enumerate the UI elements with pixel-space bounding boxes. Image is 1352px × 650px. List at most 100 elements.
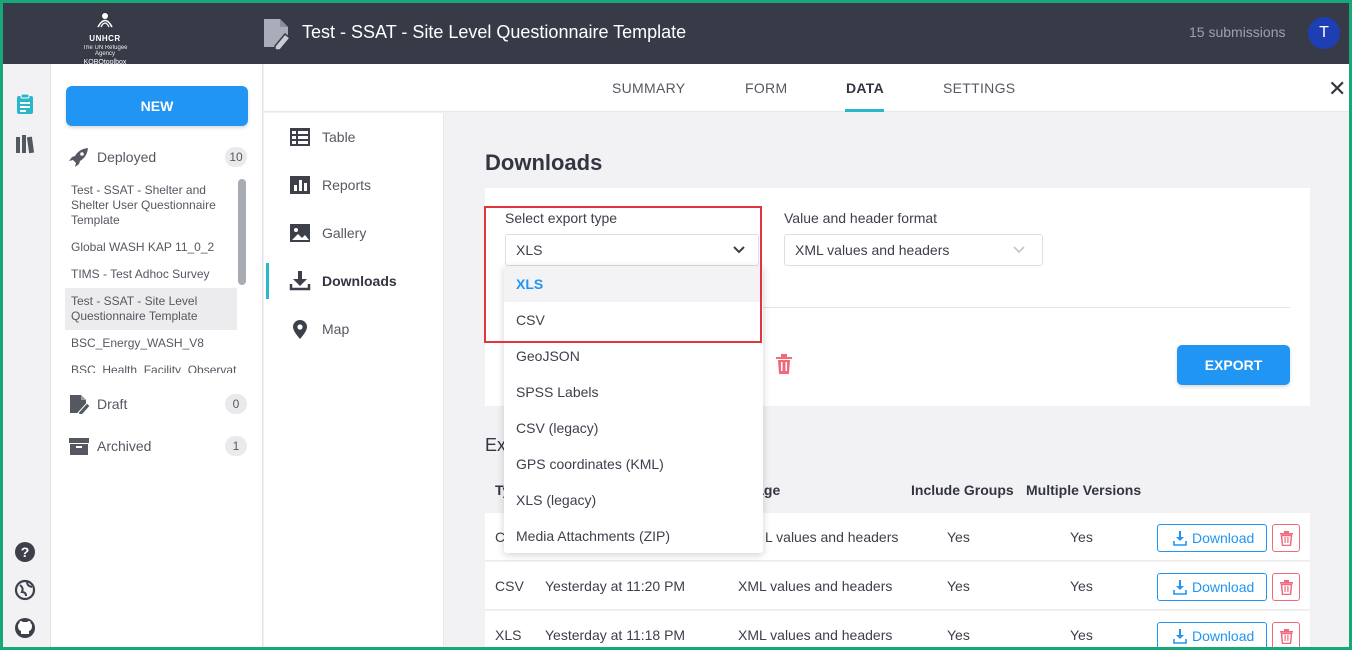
table-icon bbox=[290, 128, 310, 146]
submissions-count: 15 submissions bbox=[1189, 24, 1286, 40]
format-value: XML values and headers bbox=[795, 242, 950, 258]
subnav-downloads[interactable]: Downloads bbox=[264, 263, 444, 299]
logo-line-2: The UN Refugee Agency bbox=[82, 45, 128, 57]
cell-groups: Yes bbox=[947, 529, 970, 545]
data-subnav: Table Reports Gallery Downloads Map bbox=[264, 113, 444, 647]
table-row: CSV Yesterday at 11:20 PM XML values and… bbox=[485, 562, 1310, 610]
export-option-media-zip[interactable]: Media Attachments (ZIP) bbox=[504, 518, 763, 554]
format-select[interactable]: XML values and headers bbox=[784, 234, 1043, 266]
user-avatar[interactable]: T bbox=[1308, 17, 1340, 49]
top-bar: UNHCR The UN Refugee Agency KOBOtoolbox … bbox=[3, 3, 1349, 66]
col-include-groups: Include Groups bbox=[911, 482, 1014, 498]
tab-settings[interactable]: SETTINGS bbox=[943, 80, 1015, 96]
subnav-gallery[interactable]: Gallery bbox=[264, 215, 444, 251]
export-option-csv-legacy[interactable]: CSV (legacy) bbox=[504, 410, 763, 446]
download-button[interactable]: Download bbox=[1157, 622, 1267, 647]
option-label: Media Attachments (ZIP) bbox=[516, 528, 671, 544]
option-label: GPS coordinates (KML) bbox=[516, 456, 664, 472]
new-project-button[interactable]: NEW bbox=[66, 86, 248, 126]
cell-groups: Yes bbox=[947, 627, 970, 643]
svg-text:?: ? bbox=[21, 544, 30, 560]
unhcr-kobo-logo[interactable]: UNHCR The UN Refugee Agency KOBOtoolbox bbox=[75, 12, 135, 66]
tab-data[interactable]: DATA bbox=[846, 80, 884, 96]
close-icon[interactable]: ✕ bbox=[1328, 76, 1346, 102]
download-icon bbox=[1173, 531, 1187, 546]
forms-clipboard-icon[interactable] bbox=[14, 93, 36, 115]
project-sidebar: NEW Deployed 10 Test - SSAT - Shelter an… bbox=[51, 64, 263, 647]
project-list-item[interactable]: BSC_Energy_WASH_V8 bbox=[65, 330, 237, 357]
icon-rail: ? bbox=[3, 64, 51, 647]
active-tab-indicator bbox=[845, 109, 884, 112]
download-button[interactable]: Download bbox=[1157, 524, 1267, 552]
sidebar-section-deployed[interactable]: Deployed 10 bbox=[67, 144, 247, 170]
subnav-reports[interactable]: Reports bbox=[264, 167, 444, 203]
delete-export-button[interactable] bbox=[1272, 524, 1300, 552]
subnav-label: Table bbox=[322, 129, 356, 145]
subnav-table[interactable]: Table bbox=[264, 119, 444, 155]
delete-export-button[interactable] bbox=[1272, 622, 1300, 647]
tab-form[interactable]: FORM bbox=[745, 80, 787, 96]
project-list-item[interactable]: Global WASH KAP 11_0_2 bbox=[65, 234, 237, 261]
sidebar-section-draft[interactable]: Draft 0 bbox=[67, 391, 247, 417]
subnav-label: Map bbox=[322, 321, 350, 337]
subnav-map[interactable]: Map bbox=[264, 311, 444, 347]
col-multiple-versions: Multiple Versions bbox=[1026, 482, 1142, 498]
export-option-spss-labels[interactable]: SPSS Labels bbox=[504, 374, 763, 410]
library-icon[interactable] bbox=[14, 133, 36, 155]
download-icon bbox=[289, 271, 311, 291]
page-title: Test - SSAT - Site Level Questionnaire T… bbox=[302, 22, 687, 42]
sidebar-section-archived[interactable]: Archived 1 bbox=[67, 433, 247, 459]
cell-versions: Yes bbox=[1070, 578, 1093, 594]
project-list-item[interactable]: BSC_Health_Facility_Observation_v16 bbox=[65, 357, 237, 373]
github-icon[interactable] bbox=[14, 617, 36, 639]
logo-line-1: UNHCR bbox=[89, 34, 121, 43]
export-option-kml[interactable]: GPS coordinates (KML) bbox=[504, 446, 763, 482]
download-label: Download bbox=[1192, 530, 1255, 546]
unhcr-emblem-icon bbox=[97, 13, 113, 28]
project-list-item[interactable]: Test - SSAT - Shelter and Shelter User Q… bbox=[65, 177, 237, 234]
download-icon bbox=[1173, 629, 1187, 644]
project-list-scrollbar[interactable] bbox=[238, 179, 246, 285]
sidebar-section-label: Deployed bbox=[97, 149, 157, 165]
project-tabs: SUMMARY FORM DATA SETTINGS ✕ bbox=[264, 64, 1349, 112]
exports-heading: Ex bbox=[485, 435, 507, 455]
trash-icon bbox=[1280, 629, 1293, 644]
sidebar-section-label: Archived bbox=[97, 438, 152, 454]
cell-date: Yesterday at 11:18 PM bbox=[545, 627, 686, 643]
format-label: Value and header format bbox=[784, 210, 938, 226]
trash-icon[interactable] bbox=[775, 354, 793, 374]
trash-icon bbox=[1280, 580, 1293, 595]
cell-type: CSV bbox=[495, 578, 524, 594]
map-pin-icon bbox=[293, 320, 307, 339]
draft-count-badge: 0 bbox=[225, 394, 247, 414]
language-globe-icon[interactable] bbox=[14, 579, 36, 601]
reports-chart-icon bbox=[290, 176, 310, 194]
export-button[interactable]: EXPORT bbox=[1177, 345, 1290, 385]
project-list-item[interactable]: TIMS - Test Adhoc Survey bbox=[65, 261, 237, 288]
option-label: SPSS Labels bbox=[516, 384, 599, 400]
subnav-label: Downloads bbox=[322, 273, 397, 289]
delete-export-button[interactable] bbox=[1272, 573, 1300, 601]
cell-versions: Yes bbox=[1070, 529, 1093, 545]
draft-form-icon bbox=[70, 395, 90, 414]
option-label: GeoJSON bbox=[516, 348, 580, 364]
tab-summary[interactable]: SUMMARY bbox=[612, 80, 685, 96]
cell-language: XML values and headers bbox=[738, 578, 893, 594]
export-option-geojson[interactable]: GeoJSON bbox=[504, 338, 763, 374]
subnav-label: Reports bbox=[322, 177, 372, 193]
table-row: XLS Yesterday at 11:18 PM XML values and… bbox=[485, 611, 1310, 647]
deployed-count-badge: 10 bbox=[225, 147, 247, 167]
cell-type: XLS bbox=[495, 627, 522, 643]
cell-versions: Yes bbox=[1070, 627, 1093, 643]
cell-language: L values and headers bbox=[765, 529, 899, 545]
subnav-label: Gallery bbox=[322, 225, 367, 241]
cell-date: Yesterday at 11:20 PM bbox=[545, 578, 686, 594]
project-list-item-selected[interactable]: Test - SSAT - Site Level Questionnaire T… bbox=[65, 288, 237, 330]
option-label: XLS (legacy) bbox=[516, 492, 597, 508]
chevron-down-icon bbox=[1013, 246, 1025, 254]
export-option-xls-legacy[interactable]: XLS (legacy) bbox=[504, 482, 763, 518]
download-label: Download bbox=[1192, 579, 1255, 595]
download-button[interactable]: Download bbox=[1157, 573, 1267, 601]
app-frame: UNHCR The UN Refugee Agency KOBOtoolbox … bbox=[3, 3, 1349, 647]
help-icon[interactable]: ? bbox=[14, 541, 36, 563]
